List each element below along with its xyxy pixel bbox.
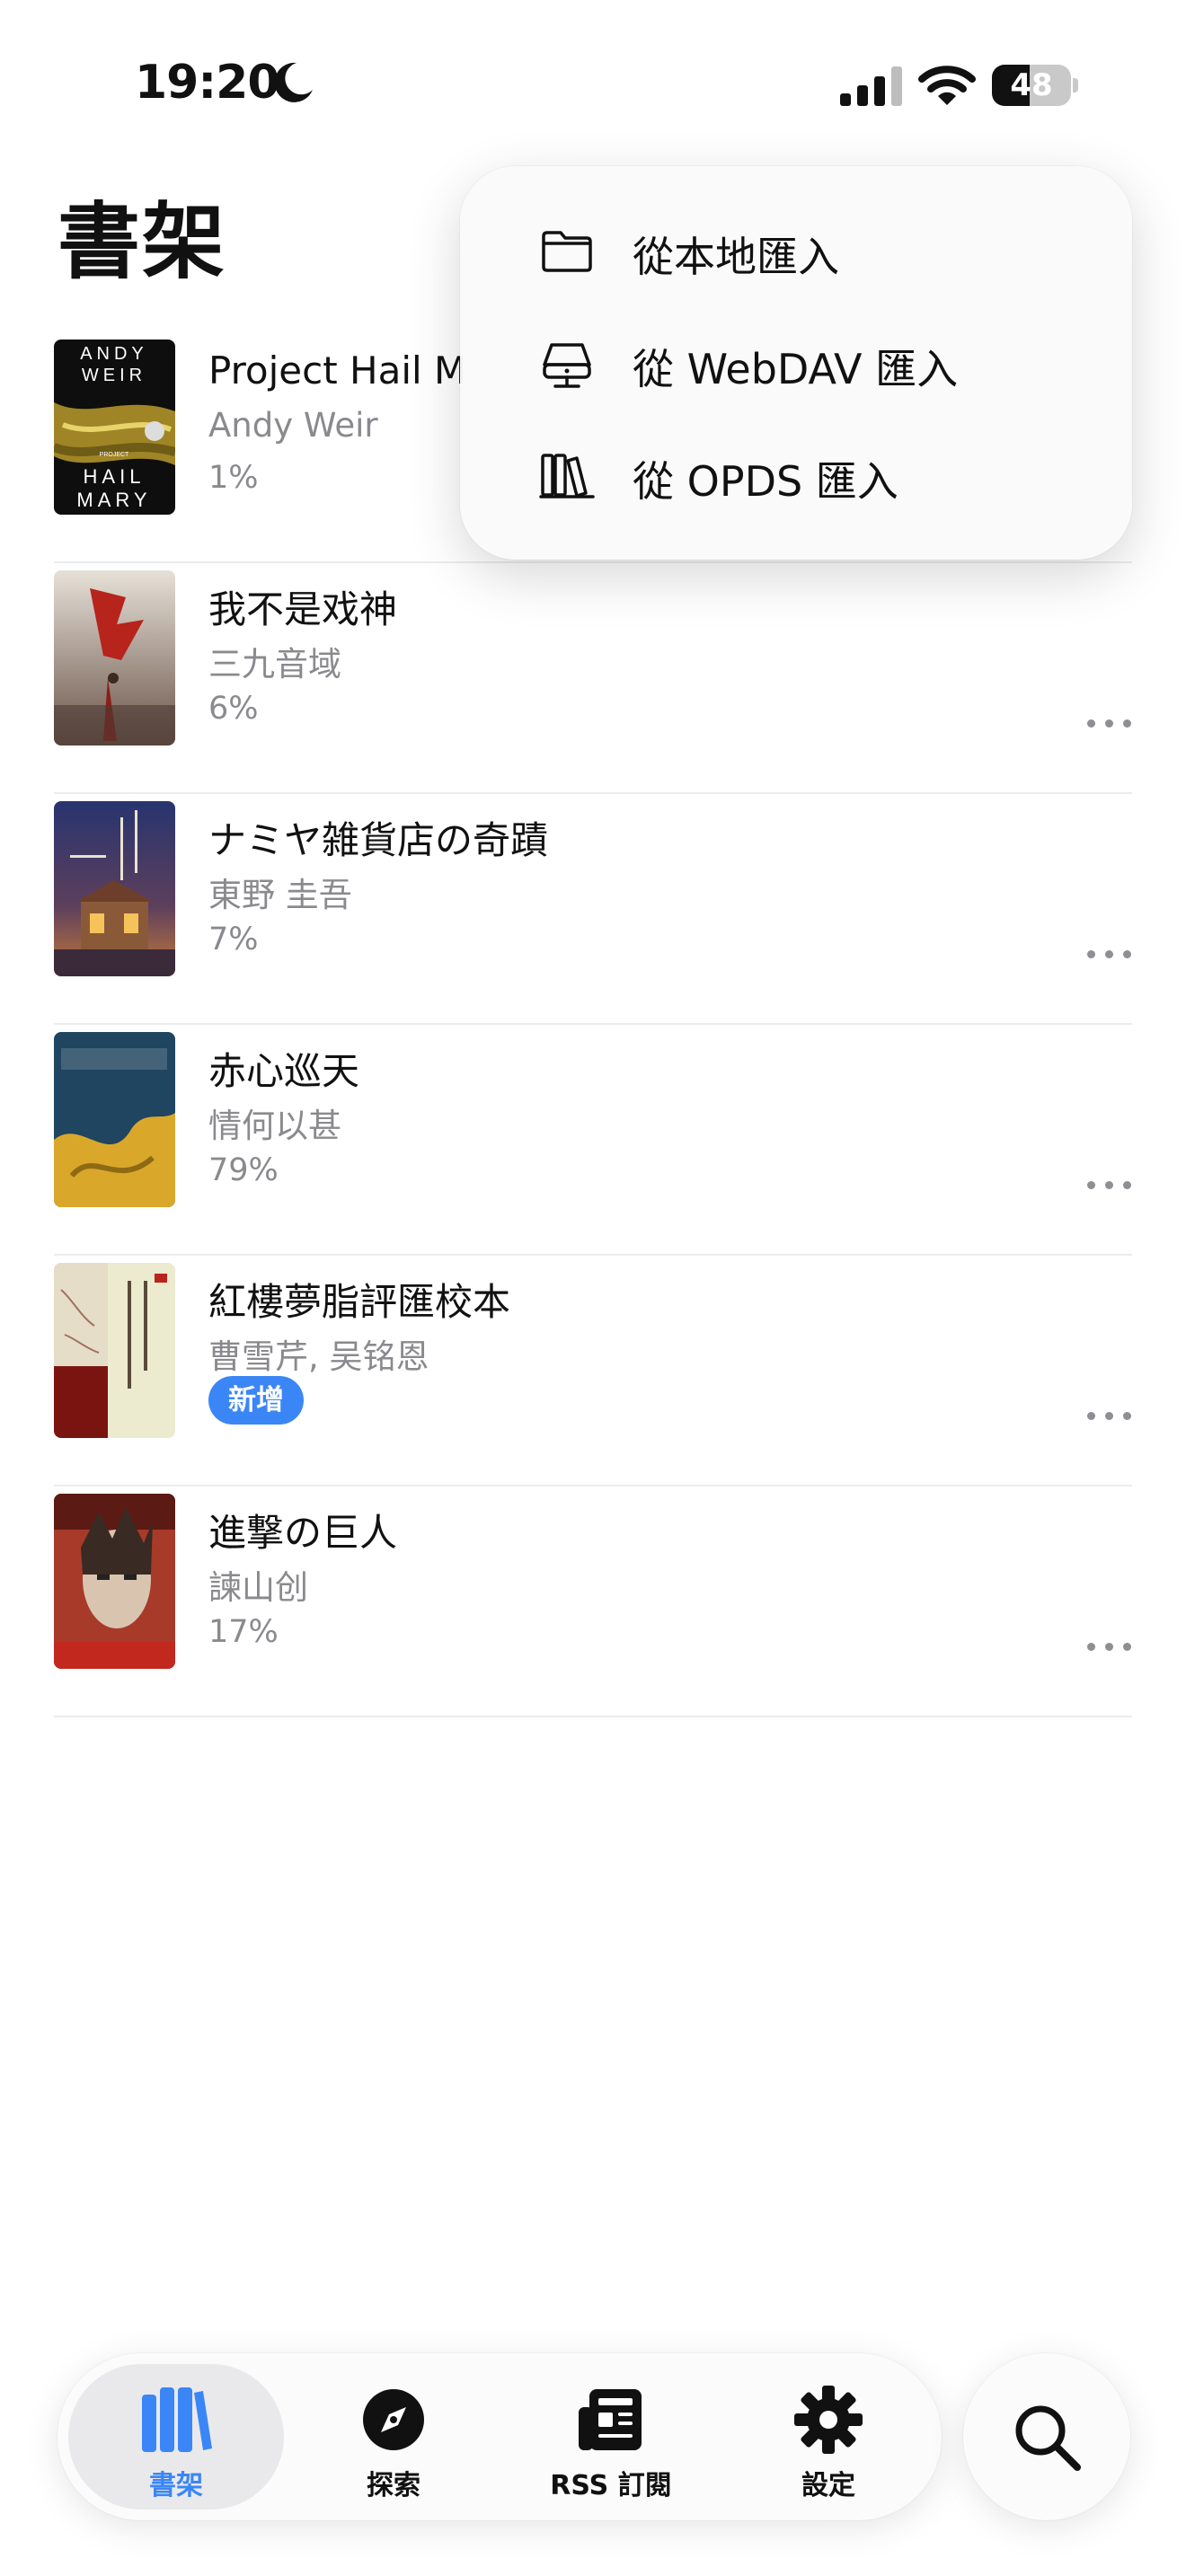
tab-settings[interactable]: 設定 xyxy=(721,2364,936,2510)
book-row[interactable]: 赤心巡天 情何以甚 79% xyxy=(0,1025,1186,1256)
book-row[interactable]: 進撃の巨人 諫山创 17% xyxy=(0,1486,1186,1717)
book-cover[interactable] xyxy=(54,801,175,976)
book-cover[interactable] xyxy=(54,1263,175,1438)
more-options-icon[interactable] xyxy=(1087,1176,1132,1194)
book-title: 紅樓夢脂評匯校本 xyxy=(208,1280,511,1324)
menu-item-label: 從 WebDAV 匯入 xyxy=(633,345,959,393)
book-cover[interactable]: ANDY WEIR PROJECT HAIL MARY xyxy=(54,340,175,515)
newspaper-icon xyxy=(579,2389,642,2450)
tab-rss[interactable]: RSS 訂閱 xyxy=(503,2364,719,2510)
tab-label: 設定 xyxy=(801,2470,855,2501)
status-bar: 19:20 48 xyxy=(0,0,1186,171)
cellular-signal-icon xyxy=(840,66,902,106)
page-title: 書架 xyxy=(58,194,227,290)
book-title: 赤心巡天 xyxy=(208,1049,360,1093)
book-title: ナミヤ雑貨店の奇蹟 xyxy=(208,818,549,862)
cover-text: ANDY xyxy=(80,344,148,364)
server-icon xyxy=(543,343,591,388)
wifi-icon xyxy=(918,66,976,105)
book-author: 曹雪芹, 吴铭恩 xyxy=(208,1337,429,1376)
import-menu: 從本地匯入 從 WebDAV 匯入 從 OPDS 匯入 xyxy=(460,166,1132,560)
compass-icon xyxy=(363,2389,424,2450)
cover-text: MARY xyxy=(76,489,151,511)
cover-text: WEIR xyxy=(82,366,146,385)
menu-item-label: 從 OPDS 匯入 xyxy=(633,457,898,506)
book-author: 三九音域 xyxy=(208,645,341,684)
tab-bar: 書架 探索 RSS 訂閱 設定 xyxy=(58,2353,942,2520)
book-cover[interactable] xyxy=(54,570,175,745)
book-row[interactable]: ナミヤ雑貨店の奇蹟 東野 圭吾 7% xyxy=(0,794,1186,1025)
book-author: 情何以甚 xyxy=(208,1107,341,1145)
folder-icon xyxy=(542,231,592,272)
book-author: 東野 圭吾 xyxy=(208,876,352,914)
book-cover[interactable] xyxy=(54,1032,175,1207)
search-button[interactable] xyxy=(963,2353,1130,2520)
tab-label: RSS 訂閱 xyxy=(550,2470,672,2501)
book-row[interactable]: 紅樓夢脂評匯校本 曹雪芹, 吴铭恩 新增 xyxy=(0,1256,1186,1486)
book-author: 諫山创 xyxy=(208,1568,308,1607)
library-icon xyxy=(539,454,595,498)
gear-icon xyxy=(794,2386,863,2454)
book-cover[interactable] xyxy=(54,1494,175,1669)
cover-text: PROJECT xyxy=(100,452,129,458)
book-progress: 79% xyxy=(208,1152,279,1188)
moon-icon xyxy=(274,62,313,102)
more-options-icon[interactable] xyxy=(1087,1407,1132,1425)
bookshelf-icon xyxy=(142,2387,212,2452)
menu-item-import-opds[interactable]: 從 OPDS 匯入 xyxy=(460,419,1132,532)
more-options-icon[interactable] xyxy=(1087,1637,1132,1655)
book-author: Andy Weir xyxy=(208,406,378,445)
book-progress: 7% xyxy=(208,922,259,957)
tab-bookshelf[interactable]: 書架 xyxy=(68,2364,284,2510)
status-time: 19:20 xyxy=(135,56,280,110)
book-progress: 1% xyxy=(208,460,259,496)
book-title: 我不是戏神 xyxy=(208,587,398,631)
battery-percent: 48 xyxy=(1010,67,1053,103)
book-row[interactable]: 我不是戏神 三九音域 6% xyxy=(0,563,1186,794)
menu-item-label: 從本地匯入 xyxy=(633,233,839,281)
more-options-icon[interactable] xyxy=(1087,945,1132,963)
more-options-icon[interactable] xyxy=(1087,714,1132,732)
tab-label: 探索 xyxy=(367,2470,420,2501)
menu-item-import-webdav[interactable]: 從 WebDAV 匯入 xyxy=(460,306,1132,419)
battery-indicator: 48 xyxy=(992,65,1078,106)
cover-text: HAIL xyxy=(84,465,146,488)
book-progress: 17% xyxy=(208,1614,279,1650)
book-progress: 6% xyxy=(208,691,259,727)
book-title: 進撃の巨人 xyxy=(208,1511,398,1555)
divider xyxy=(54,1716,1132,1717)
new-badge: 新增 xyxy=(208,1376,304,1425)
book-title: Project Hail M xyxy=(208,348,467,393)
tab-label: 書架 xyxy=(149,2470,203,2501)
search-icon xyxy=(1015,2405,1081,2471)
menu-item-import-local[interactable]: 從本地匯入 xyxy=(460,194,1132,307)
tab-explore[interactable]: 探索 xyxy=(286,2364,501,2510)
